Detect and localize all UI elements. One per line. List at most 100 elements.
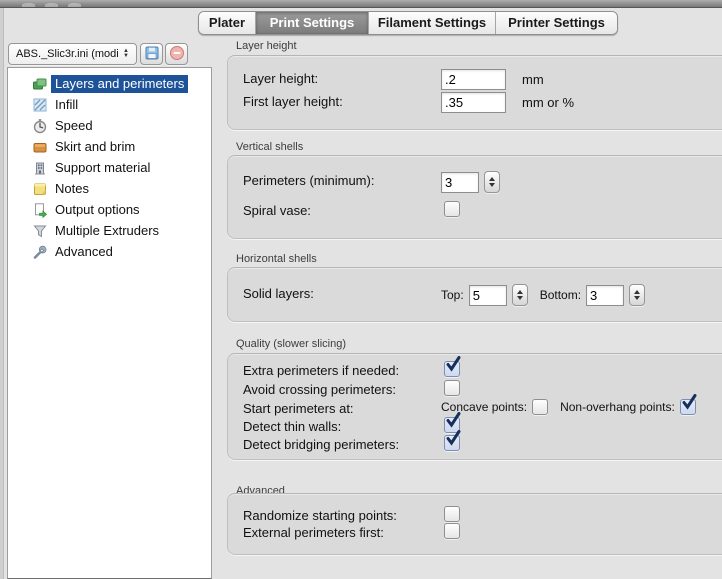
first-layer-height-input[interactable] [441, 92, 506, 113]
wrench-icon [32, 244, 48, 260]
setting-control [441, 171, 500, 193]
sidebar-item-advanced[interactable]: Advanced [8, 241, 211, 262]
sidebar-item-label: Layers and perimeters [51, 75, 188, 93]
sidebar-item-label: Speed [51, 117, 97, 135]
start-perimeters-at-concave-points-checkbox[interactable] [532, 399, 548, 415]
window-titlebar-edge [0, 0, 722, 8]
detect-bridging-perimeters-checkbox[interactable] [444, 435, 460, 451]
select-arrows-icon: ▲▼ [119, 49, 136, 59]
setting-label: Randomize starting points: [243, 508, 397, 523]
skirt-icon [32, 139, 48, 155]
setting-control [444, 380, 460, 396]
notes-icon [32, 181, 48, 197]
preset-select[interactable]: ABS._Slic3r.ini (modi... ▲▼ [8, 43, 137, 65]
setting-label: Extra perimeters if needed: [243, 363, 399, 378]
solid-layers-top-stepper[interactable] [512, 284, 528, 306]
sidebar-item-multiple-extruders[interactable]: Multiple Extruders [8, 220, 211, 241]
setting-label: Solid layers: [243, 286, 314, 301]
sidebar-item-label: Advanced [51, 243, 117, 261]
tab-plater[interactable]: Plater [199, 12, 255, 34]
extra-perimeters-if-needed-checkbox[interactable] [444, 361, 460, 377]
window-left-edge [0, 8, 4, 579]
sidebar-item-support-material[interactable]: Support material [8, 157, 211, 178]
layer-height-input[interactable] [441, 69, 506, 90]
spiral-vase-checkbox[interactable] [444, 201, 460, 217]
sidebar-item-label: Multiple Extruders [51, 222, 163, 240]
solid-layers-bottom-input[interactable] [586, 285, 624, 306]
unit-label: mm [522, 72, 544, 87]
setting-row-detect-bridging-perimeters: Detect bridging perimeters: [228, 435, 722, 457]
setting-label: Layer height: [243, 71, 318, 86]
randomize-starting-points-checkbox[interactable] [444, 506, 460, 522]
section-title-horizontal-shells: Horizontal shells [236, 253, 317, 265]
setting-control: mm or % [441, 92, 574, 113]
setting-row-layer-height: Layer height: mm [228, 69, 722, 91]
section-title-layer-height: Layer height [236, 40, 297, 52]
sidebar-item-label: Output options [51, 201, 144, 219]
perimeters-minimum-input[interactable] [441, 172, 479, 193]
settings-category-tree: Layers and perimeters Infill Speed Skirt an… [7, 67, 212, 579]
traffic-light-zoom-icon[interactable] [68, 3, 81, 7]
setting-control [444, 506, 460, 522]
delete-minus-icon [169, 45, 185, 64]
setting-label: Perimeters (minimum): [243, 173, 374, 188]
setting-row-first-layer-height: First layer height:mm or % [228, 92, 722, 114]
section-box-horizontal-shells: Solid layers: Top: Bottom: [227, 267, 722, 322]
sidebar-item-label: Notes [51, 180, 93, 198]
setting-row-solid-layers: Solid layers: Top: Bottom: [228, 284, 722, 306]
start-perimeters-at-non-overhang-points-checkbox[interactable] [680, 399, 696, 415]
solid-layers-top-input[interactable] [469, 285, 507, 306]
sub-label-bottom: Bottom: [540, 288, 581, 302]
sidebar-item-speed[interactable]: Speed [8, 115, 211, 136]
setting-control: Concave points:Non-overhang points: [441, 399, 696, 415]
setting-label: External perimeters first: [243, 525, 384, 540]
sidebar-item-layers-and-perimeters[interactable]: Layers and perimeters [8, 73, 211, 94]
setting-control [444, 361, 460, 377]
solid-layers-bottom-stepper[interactable] [629, 284, 645, 306]
sidebar-item-label: Skirt and brim [51, 138, 139, 156]
unit-label: mm or % [522, 95, 574, 110]
setting-label: Spiral vase: [243, 203, 311, 218]
sidebar-item-label: Infill [51, 96, 82, 114]
section-box-vertical-shells: Perimeters (minimum): Spiral vase: [227, 155, 722, 239]
traffic-light-close-icon[interactable] [22, 3, 35, 7]
layers-icon [32, 76, 48, 92]
sidebar-item-output-options[interactable]: Output options [8, 199, 211, 220]
section-box-quality-slower-slicing: Extra perimeters if needed: Avoid crossin… [227, 353, 722, 460]
setting-label: Detect bridging perimeters: [243, 437, 399, 452]
sub-label-non-overhang-points: Non-overhang points: [560, 400, 675, 414]
section-box-layer-height: Layer height: mm First layer height:mm or … [227, 55, 722, 130]
section-box-advanced: Randomize starting points: External perim… [227, 493, 722, 555]
tab-filament-settings[interactable]: Filament Settings [368, 12, 495, 34]
setting-control [444, 435, 460, 451]
output-icon [32, 202, 48, 218]
speed-icon [32, 118, 48, 134]
sidebar-item-notes[interactable]: Notes [8, 178, 211, 199]
setting-control [444, 523, 460, 539]
infill-icon [32, 97, 48, 113]
setting-row-external-perimeters-first: External perimeters first: [228, 523, 722, 545]
setting-control [444, 201, 460, 217]
perimeters-minimum-stepper[interactable] [484, 171, 500, 193]
tab-printer-settings[interactable]: Printer Settings [495, 12, 617, 34]
delete-preset-button[interactable] [165, 43, 188, 65]
avoid-crossing-perimeters-checkbox[interactable] [444, 380, 460, 396]
traffic-light-minimize-icon[interactable] [45, 3, 58, 7]
sidebar-item-infill[interactable]: Infill [8, 94, 211, 115]
setting-label: Detect thin walls: [243, 419, 341, 434]
tab-print-settings[interactable]: Print Settings [255, 12, 368, 34]
support-icon [32, 160, 48, 176]
setting-control: mm [441, 69, 544, 90]
sub-label-top: Top: [441, 288, 464, 302]
section-title-vertical-shells: Vertical shells [236, 141, 303, 153]
save-preset-button[interactable] [140, 43, 163, 65]
preset-select-value: ABS._Slic3r.ini (modi... [9, 48, 119, 60]
setting-label: Avoid crossing perimeters: [243, 382, 396, 397]
setting-control: Top: Bottom: [441, 284, 645, 306]
sidebar-item-skirt-and-brim[interactable]: Skirt and brim [8, 136, 211, 157]
external-perimeters-first-checkbox[interactable] [444, 523, 460, 539]
section-title-quality-slower-slicing: Quality (slower slicing) [236, 338, 346, 350]
settings-tabbar: PlaterPrint SettingsFilament SettingsPri… [198, 11, 618, 35]
setting-row-spiral-vase: Spiral vase: [228, 201, 722, 223]
setting-row-perimeters-minimum: Perimeters (minimum): [228, 171, 722, 193]
